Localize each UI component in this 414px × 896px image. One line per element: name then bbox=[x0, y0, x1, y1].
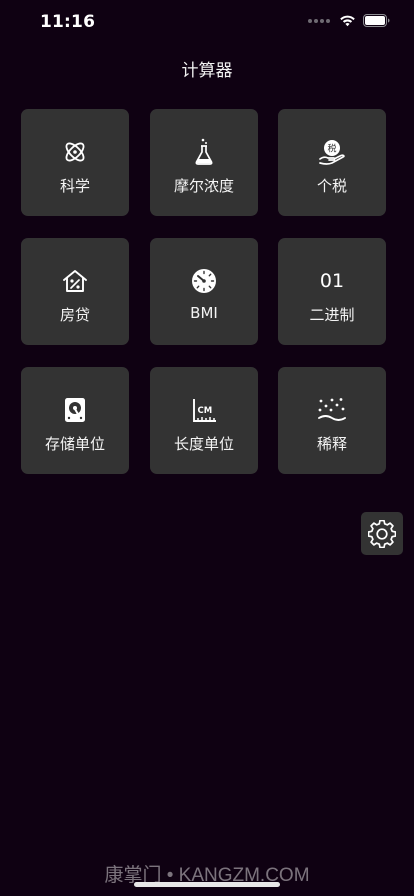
wifi-icon bbox=[340, 15, 355, 27]
status-time: 11:16 bbox=[40, 12, 96, 32]
status-icons bbox=[308, 14, 390, 27]
tile-label: 稀释 bbox=[316, 435, 347, 453]
tile-label: 摩尔浓度 bbox=[173, 177, 234, 195]
tile-mortgage[interactable]: 房贷 bbox=[21, 238, 129, 345]
svg-text:税: 税 bbox=[327, 143, 336, 155]
dilution-dots-icon bbox=[318, 395, 346, 425]
flask-icon bbox=[194, 137, 214, 167]
tile-science[interactable]: 科学 bbox=[21, 109, 129, 216]
binary-icon: 01 bbox=[319, 270, 345, 292]
tile-label: 长度单位 bbox=[173, 435, 234, 453]
settings-button[interactable] bbox=[361, 512, 403, 555]
tile-molarity[interactable]: 摩尔浓度 bbox=[150, 109, 258, 216]
page-title: 计算器 bbox=[181, 61, 233, 81]
calculator-home-screen: 11:16 计算器 科学 摩尔浓度 税 个税 房贷 BMI 01 二进制 存储单… bbox=[0, 0, 414, 896]
tile-storage-units[interactable]: 存储单位 bbox=[21, 367, 129, 474]
tile-label: 存储单位 bbox=[44, 435, 105, 453]
scale-dial-icon bbox=[191, 266, 217, 296]
tile-label: BMI bbox=[190, 304, 218, 322]
home-indicator[interactable] bbox=[134, 882, 280, 887]
tile-bmi[interactable]: BMI bbox=[150, 238, 258, 345]
tile-label: 科学 bbox=[59, 177, 90, 195]
tile-dilution[interactable]: 稀释 bbox=[278, 367, 386, 474]
tile-income-tax[interactable]: 税 个税 bbox=[278, 109, 386, 216]
svg-text:CM: CM bbox=[198, 406, 213, 416]
tile-length-units[interactable]: CM 长度单位 bbox=[150, 367, 258, 474]
tile-label: 房贷 bbox=[59, 306, 90, 324]
tile-binary[interactable]: 01 二进制 bbox=[278, 238, 386, 345]
tile-label: 个税 bbox=[316, 177, 347, 195]
hard-drive-icon bbox=[64, 395, 86, 425]
tax-hand-icon: 税 bbox=[319, 137, 345, 167]
atom-icon bbox=[62, 137, 88, 167]
ruler-cm-icon: CM bbox=[191, 395, 217, 425]
tile-label: 二进制 bbox=[309, 306, 355, 324]
gear-icon bbox=[368, 519, 396, 548]
house-percent-icon bbox=[62, 266, 88, 296]
status-bar: 11:16 bbox=[0, 0, 414, 46]
cellular-signal-icon bbox=[308, 18, 330, 23]
battery-icon bbox=[363, 14, 390, 27]
